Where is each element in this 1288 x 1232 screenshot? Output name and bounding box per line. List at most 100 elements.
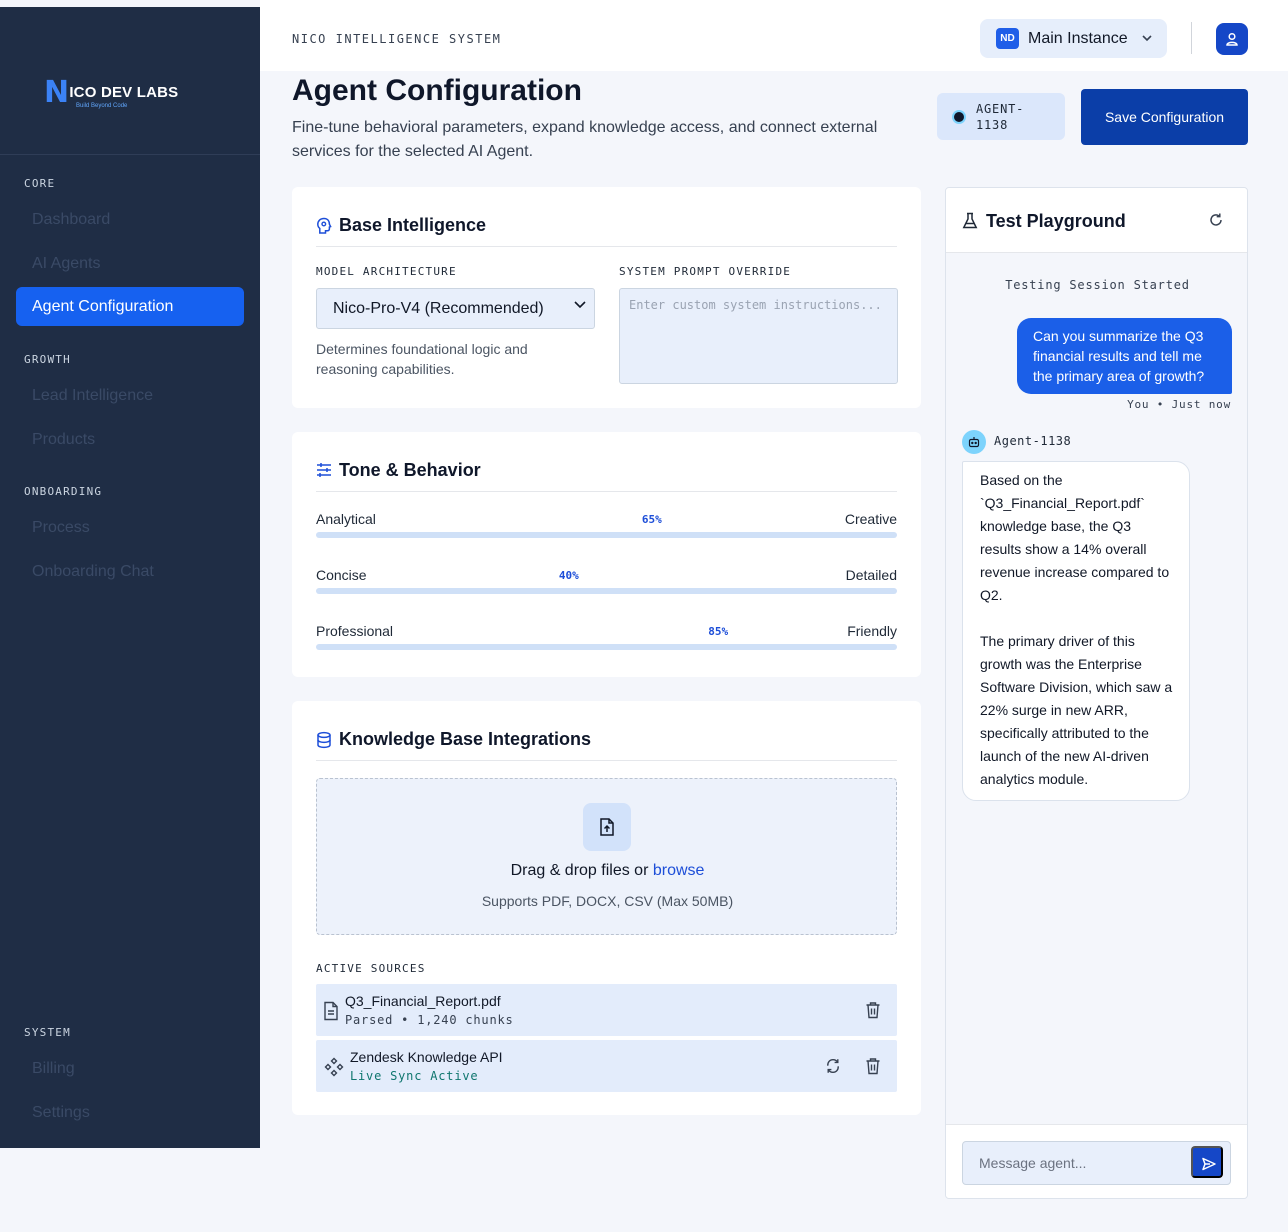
robot-icon [968, 437, 980, 448]
card-header: Tone & Behavior [316, 456, 897, 492]
top-bar: NICO INTELLIGENCE SYSTEM ND Main Instanc… [260, 0, 1288, 71]
slider-left-label: Professional [316, 623, 394, 639]
slider-left-label: Analytical [316, 511, 376, 527]
sidebar-item-lead-intelligence[interactable]: Lead Intelligence [16, 376, 244, 415]
sidebar-section-growth: GROWTH [24, 353, 71, 366]
slider-analytical-creative[interactable]: Analytical 65% Creative [316, 511, 897, 541]
tone-behavior-card: Tone & Behavior Analytical 65% Creative … [292, 432, 921, 677]
sidebar-section-system: SYSTEM [24, 1026, 71, 1039]
model-architecture-value: Nico-Pro-V4 (Recommended) [333, 300, 544, 317]
trash-icon[interactable] [865, 1001, 881, 1019]
card-title: Knowledge Base Integrations [339, 729, 592, 749]
playground-footer [946, 1124, 1247, 1198]
refresh-icon[interactable] [1208, 212, 1224, 228]
sidebar-divider [0, 154, 260, 155]
source-status: Live Sync Active [350, 1069, 479, 1083]
agent-message-paragraph: Based on the `Q3_Financial_Report.pdf` k… [980, 472, 1170, 603]
knowledge-base-card: Knowledge Base Integrations Drag & drop … [292, 701, 921, 1115]
sync-icon[interactable] [825, 1057, 841, 1075]
chevron-down-icon [1142, 35, 1152, 42]
source-row: Zendesk Knowledge API Live Sync Active [316, 1040, 897, 1092]
save-configuration-button[interactable]: Save Configuration [1081, 89, 1248, 145]
instance-label: Main Instance [1028, 30, 1128, 47]
model-architecture-label: MODEL ARCHITECTURE [316, 265, 457, 278]
user-message-bubble: Can you summarize the Q3 financial resul… [1017, 318, 1232, 394]
agent-avatar [962, 430, 986, 454]
sidebar-item-products[interactable]: Products [16, 420, 244, 459]
user-icon [1226, 32, 1238, 46]
source-name: Q3_Financial_Report.pdf [345, 993, 501, 1009]
slider-track[interactable] [316, 588, 897, 594]
card-title: Tone & Behavior [339, 460, 481, 480]
sidebar-section-onboarding: ONBOARDING [24, 485, 103, 498]
chevron-down-icon [574, 301, 586, 309]
sidebar-item-agent-configuration[interactable]: Agent Configuration [16, 287, 244, 326]
slider-right-label: Detailed [845, 567, 897, 583]
browse-link[interactable]: browse [653, 862, 705, 879]
sidebar-item-settings[interactable]: Settings [16, 1093, 244, 1132]
sidebar-item-ai-agents[interactable]: AI Agents [16, 244, 244, 283]
agent-id-badge: AGENT-1138 [937, 93, 1065, 140]
slider-professional-friendly[interactable]: Professional 85% Friendly [316, 623, 897, 653]
user-profile-button[interactable] [1216, 23, 1248, 55]
brand-logo[interactable]: NICO DEV LABS Build Beyond Code [44, 73, 184, 113]
source-status: Parsed • 1,240 chunks [345, 1013, 514, 1027]
system-title: NICO INTELLIGENCE SYSTEM [292, 32, 502, 46]
sidebar: NICO DEV LABS Build Beyond Code CORE Das… [0, 7, 260, 1148]
file-upload-icon [600, 818, 614, 836]
sidebar-section-core: CORE [24, 177, 56, 190]
system-prompt-input[interactable] [619, 288, 898, 384]
upload-icon-container [583, 803, 631, 851]
send-message-button[interactable] [1191, 1146, 1223, 1178]
slider-value: 85% [708, 625, 729, 638]
agent-name: Agent-1138 [994, 434, 1072, 448]
test-playground-panel: Test Playground Testing Session Started … [945, 187, 1248, 1199]
model-architecture-select[interactable]: Nico-Pro-V4 (Recommended) [316, 288, 595, 329]
agent-id-text: AGENT-1138 [976, 102, 1025, 132]
card-header: Knowledge Base Integrations [316, 725, 897, 761]
active-sources-label: ACTIVE SOURCES [316, 962, 426, 975]
trash-icon[interactable] [865, 1057, 881, 1075]
agent-message-paragraph: The primary driver of this growth was th… [980, 633, 1173, 787]
dropzone-subtext: Supports PDF, DOCX, CSV (Max 50MB) [481, 893, 734, 909]
slider-left-label: Concise [316, 567, 367, 583]
page-title: Agent Configuration [292, 74, 582, 107]
agent-message-bubble: Based on the `Q3_Financial_Report.pdf` k… [962, 461, 1190, 801]
model-helper-text: Determines foundational logic and reason… [316, 341, 528, 377]
file-dropzone[interactable]: Drag & drop files or browse Supports PDF… [316, 778, 897, 935]
topbar-divider [1191, 22, 1192, 54]
status-dot-icon [954, 112, 964, 122]
sidebar-item-billing[interactable]: Billing [16, 1049, 244, 1088]
logo-tagline: Build Beyond Code [76, 103, 128, 109]
brain-icon [317, 217, 332, 234]
dropzone-text: Drag & drop files or browse [510, 862, 705, 879]
slider-track[interactable] [316, 644, 897, 650]
base-intelligence-card: Base Intelligence MODEL ARCHITECTURE Nic… [292, 187, 921, 408]
system-prompt-label: SYSTEM PROMPT OVERRIDE [619, 265, 792, 278]
sliders-icon [317, 463, 331, 477]
session-status: Testing Session Started [1005, 278, 1190, 292]
slider-right-label: Creative [844, 511, 897, 527]
slider-track[interactable] [316, 532, 897, 538]
instance-badge: ND [996, 28, 1019, 49]
user-message-meta: You • Just now [1127, 398, 1231, 411]
send-icon [1202, 1157, 1216, 1171]
database-icon [317, 731, 331, 749]
slider-value: 65% [641, 513, 662, 526]
sidebar-item-process[interactable]: Process [16, 508, 244, 547]
sidebar-item-onboarding-chat[interactable]: Onboarding Chat [16, 552, 244, 591]
beaker-icon [962, 212, 978, 229]
sidebar-item-dashboard[interactable]: Dashboard [16, 200, 244, 239]
page-description: Fine-tune behavioral parameters, expand … [292, 119, 878, 160]
instance-selector[interactable]: ND Main Instance [980, 19, 1167, 58]
source-row: Q3_Financial_Report.pdf Parsed • 1,240 c… [316, 984, 897, 1036]
card-header: Base Intelligence [316, 211, 897, 247]
playground-title: Test Playground [986, 211, 1126, 231]
api-connector-icon [324, 1057, 344, 1077]
playground-header: Test Playground [946, 188, 1247, 253]
slider-right-label: Friendly [847, 623, 897, 639]
slider-concise-detailed[interactable]: Concise 40% Detailed [316, 567, 897, 597]
slider-value: 40% [558, 569, 579, 582]
document-icon [324, 1001, 338, 1021]
source-name: Zendesk Knowledge API [350, 1049, 503, 1065]
